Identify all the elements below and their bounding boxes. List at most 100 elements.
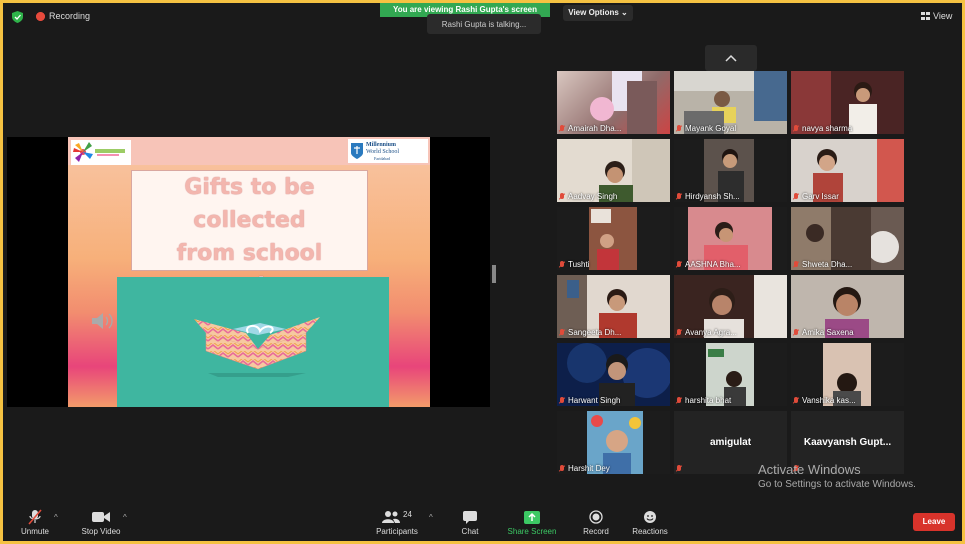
reactions-label: Reactions bbox=[632, 527, 668, 536]
logo-line-1: Millennium bbox=[366, 142, 397, 148]
share-screen-label: Share Screen bbox=[507, 527, 557, 536]
participant-name: Avanya Agra... bbox=[676, 328, 737, 337]
gift-box-illustration bbox=[194, 317, 320, 377]
participant-tile[interactable]: navya sharma bbox=[791, 71, 904, 134]
participant-tile[interactable]: Garv Issar bbox=[791, 139, 904, 202]
recording-indicator: Recording bbox=[36, 11, 90, 21]
chat-button[interactable]: Chat bbox=[455, 509, 485, 536]
chat-bubble-icon bbox=[463, 510, 477, 524]
participant-gallery: Amairah Dha... Mayank Goyal navya sharma… bbox=[557, 71, 912, 475]
logo-line-2: World School bbox=[366, 149, 400, 155]
muted-mic-icon bbox=[559, 124, 565, 133]
muted-mic-icon bbox=[793, 328, 799, 337]
record-button[interactable]: Record bbox=[579, 509, 613, 536]
participant-tile[interactable]: Amairah Dha... bbox=[557, 71, 670, 134]
muted-mic-icon bbox=[793, 396, 799, 405]
participant-name: Mayank Goyal bbox=[676, 124, 736, 133]
participant-name: navya sharma bbox=[793, 124, 852, 133]
participant-name bbox=[676, 465, 685, 473]
muted-mic-icon bbox=[676, 260, 682, 269]
participants-count: 24 bbox=[403, 509, 412, 519]
chat-label: Chat bbox=[461, 527, 479, 536]
talking-label: Rashi Gupta is talking... bbox=[441, 20, 527, 29]
participant-tile[interactable]: Sangeeta Dh... bbox=[557, 275, 670, 338]
unmute-button[interactable]: Unmute bbox=[17, 509, 53, 536]
participant-name: Tushti bbox=[559, 260, 590, 269]
chevron-down-icon: ⌄ bbox=[621, 8, 628, 17]
slide-title-line: Gifts to be collected bbox=[184, 175, 315, 233]
muted-mic-icon bbox=[676, 124, 682, 133]
participant-name: Garv Issar bbox=[793, 192, 839, 201]
participant-name: harshita bhat bbox=[676, 396, 731, 405]
slide-title: Gifts to be collected from school premis… bbox=[131, 170, 368, 299]
watermark-title: Activate Windows bbox=[758, 462, 861, 477]
slide-title-line: from school bbox=[176, 241, 323, 266]
grid-icon bbox=[921, 12, 930, 20]
view-options-label: View Options bbox=[568, 8, 619, 17]
video-options-caret[interactable]: ^ bbox=[123, 513, 127, 522]
gallery-page-up-button[interactable] bbox=[705, 45, 757, 71]
muted-mic-icon bbox=[28, 509, 42, 525]
muted-mic-icon bbox=[676, 465, 682, 473]
participant-display-name: Kaavyansh Gupt... bbox=[803, 437, 892, 448]
participant-tile[interactable]: Harwant Singh bbox=[557, 343, 670, 406]
participants-options-caret[interactable]: ^ bbox=[429, 513, 433, 522]
participant-name: Shweta Dha... bbox=[793, 260, 852, 269]
shared-screen[interactable]: Millennium World School Faridabad Gifts … bbox=[7, 137, 490, 407]
share-screen-icon bbox=[524, 510, 540, 524]
view-label: View bbox=[933, 11, 953, 21]
muted-mic-icon bbox=[793, 192, 799, 201]
view-button[interactable]: View bbox=[921, 11, 952, 21]
participant-tile[interactable]: Harshit Dey bbox=[557, 411, 670, 474]
participant-name: Harwant Singh bbox=[559, 396, 620, 405]
muted-mic-icon bbox=[793, 124, 799, 133]
muted-mic-icon bbox=[559, 396, 565, 405]
participant-tile[interactable]: Tushti bbox=[557, 207, 670, 270]
smiley-icon bbox=[644, 511, 656, 523]
audio-options-caret[interactable]: ^ bbox=[54, 513, 58, 522]
participant-tile[interactable]: Aadvay Singh bbox=[557, 139, 670, 202]
school-logo-left bbox=[71, 140, 131, 165]
participant-display-name: amigulat bbox=[709, 437, 752, 448]
muted-mic-icon bbox=[559, 192, 565, 201]
stop-video-label: Stop Video bbox=[81, 527, 121, 536]
participant-name: AASHNA Bha... bbox=[676, 260, 741, 269]
participant-tile[interactable]: Shweta Dha... bbox=[791, 207, 904, 270]
school-crest-icon bbox=[351, 143, 363, 159]
windows-activation-watermark: Activate Windows Go to Settings to activ… bbox=[758, 462, 916, 490]
participants-label: Participants bbox=[376, 527, 418, 536]
reactions-button[interactable]: Reactions bbox=[630, 509, 670, 536]
participants-icon bbox=[382, 511, 401, 523]
participant-name: Hirdyansh Sh... bbox=[676, 192, 740, 201]
leave-button[interactable]: Leave bbox=[913, 513, 955, 531]
record-label: Record bbox=[583, 527, 609, 536]
view-options-button[interactable]: View Options ⌄ bbox=[563, 5, 633, 21]
logo-line-3: Faridabad bbox=[374, 156, 390, 161]
participant-name: Vanshika kas... bbox=[793, 396, 856, 405]
muted-mic-icon bbox=[676, 396, 682, 405]
share-screen-button[interactable]: Share Screen bbox=[505, 509, 559, 536]
participant-name: Aadvay Singh bbox=[559, 192, 617, 201]
video-camera-icon bbox=[92, 512, 110, 522]
stop-video-button[interactable]: Stop Video bbox=[78, 509, 124, 536]
participant-tile[interactable]: Mayank Goyal bbox=[674, 71, 787, 134]
record-icon bbox=[589, 510, 603, 524]
participant-tile[interactable]: Hirdyansh Sh... bbox=[674, 139, 787, 202]
participant-tile[interactable]: Amika Saxena bbox=[791, 275, 904, 338]
muted-mic-icon bbox=[559, 464, 565, 473]
participants-button[interactable]: 24 Participants bbox=[372, 509, 422, 537]
participant-tile[interactable]: harshita bhat bbox=[674, 343, 787, 406]
participant-tile[interactable]: Vanshika kas... bbox=[791, 343, 904, 406]
participant-tile[interactable]: AASHNA Bha... bbox=[674, 207, 787, 270]
muted-mic-icon bbox=[559, 260, 565, 269]
participant-tile[interactable]: Avanya Agra... bbox=[674, 275, 787, 338]
splitter-handle[interactable] bbox=[492, 265, 496, 283]
muted-mic-icon bbox=[559, 328, 565, 337]
muted-mic-icon bbox=[676, 328, 682, 337]
audio-speaker-icon[interactable] bbox=[90, 310, 118, 332]
chevron-up-icon bbox=[725, 54, 737, 62]
millennium-school-logo: Millennium World School Faridabad bbox=[348, 139, 428, 163]
shield-icon[interactable] bbox=[12, 11, 23, 23]
participant-name: Amairah Dha... bbox=[559, 124, 621, 133]
watermark-subtitle: Go to Settings to activate Windows. bbox=[758, 479, 916, 490]
